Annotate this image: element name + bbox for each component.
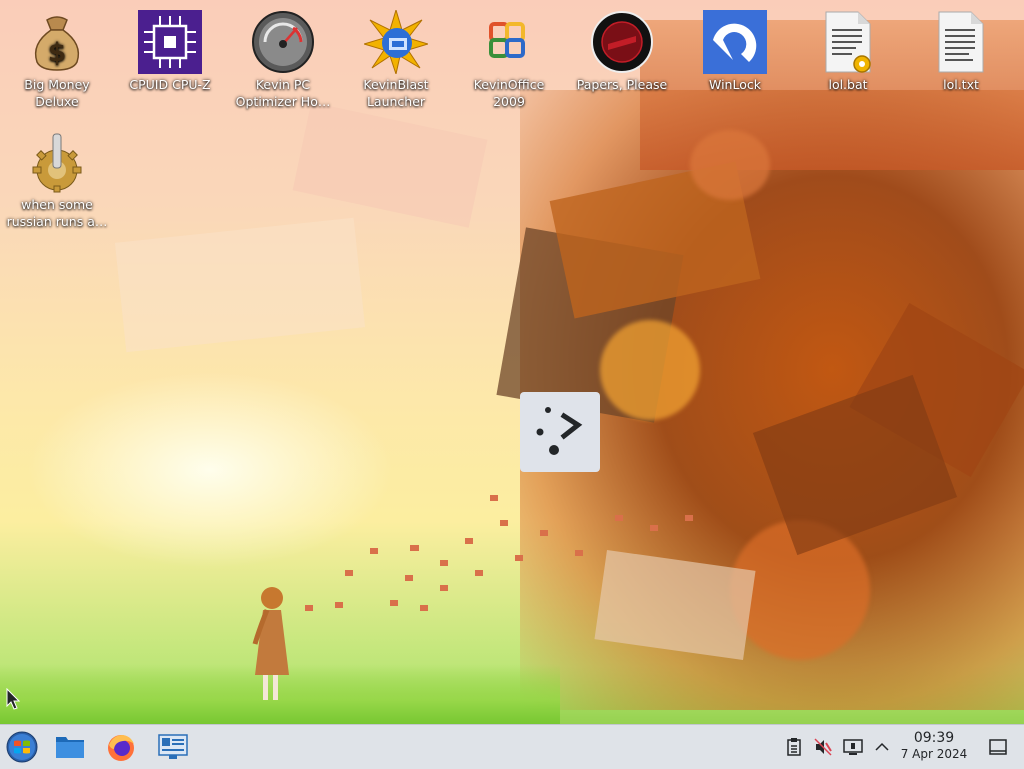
expand-tray-icon [875,742,889,751]
wallpaper-shape [292,102,488,228]
show-desktop-icon [989,739,1007,755]
gear-joystick-icon [25,130,89,194]
wallpaper-shape [600,320,700,420]
desktop-icon-label: Papers, Please [576,77,668,92]
display-icon [843,739,863,755]
batch-file-icon [816,10,880,74]
desktop-icon-label: Big Money Deluxe [24,77,90,109]
desktop-icon-papers-please[interactable]: Papers, Please [567,4,677,93]
office-logo-icon [477,10,541,74]
file-manager-button[interactable] [54,731,86,763]
launcher-widget[interactable] [520,392,600,472]
wallpaper-leaves [305,495,693,611]
desktop-icon-big-money-deluxe[interactable]: $ Big Money Deluxe [2,4,112,110]
mouse-cursor-icon [6,688,20,710]
desktop-icon-lol-bat[interactable]: lol.bat [793,4,903,93]
start-menu-button[interactable] [6,731,38,763]
desktop-icon-winlock[interactable]: WinLock [680,4,790,93]
desktop-icon-kevinoffice-2009[interactable]: KevinOffice 2009 [454,4,564,110]
clock-date: 7 Apr 2024 [900,747,968,761]
launch-arrow-icon [536,407,583,455]
desktop-icon-label: lol.bat [828,77,868,92]
desktop-icon-label: Kevin PC Optimizer Ho… [235,77,331,109]
desktop-icon-label: WinLock [709,77,761,92]
firefox-icon [108,735,134,761]
desktop-icon-label: when some russian runs a… [6,197,108,229]
start-menu-orb-icon [6,731,38,763]
desktop-icon-lol-txt[interactable]: lol.txt [906,4,1016,93]
speedometer-icon [251,10,315,74]
clock-time: 09:39 [913,730,955,746]
wallpaper-girl-figure [252,587,289,700]
desktop-icon-kevin-pc-optimizer[interactable]: Kevin PC Optimizer Ho… [228,4,338,110]
volume-button[interactable] [813,737,833,757]
desktop-icon-kevinblast-launcher[interactable]: KevinBlast Launcher [341,4,451,110]
clock[interactable]: 09:39 7 Apr 2024 [896,730,972,762]
desktop-icon-cpu-z[interactable]: CPUID CPU-Z [115,4,225,93]
svg-text:$: $ [48,38,66,68]
desktop-icon-label: KevinOffice 2009 [473,77,545,109]
display-button[interactable] [843,737,863,757]
desktop-icon-label: CPUID CPU-Z [129,77,211,92]
volume-muted-icon [814,738,832,756]
taskbar: 09:39 7 Apr 2024 [0,724,1024,769]
wallpaper-shape [690,130,770,200]
papers-please-seal-icon [590,10,654,74]
firefox-button[interactable] [105,731,137,763]
money-bag-icon: $ [25,10,89,74]
system-settings-button[interactable] [157,731,189,763]
file-manager-icon [56,737,84,758]
desktop-icon-label: KevinBlast Launcher [363,77,429,109]
expand-tray-button[interactable] [872,737,892,757]
text-file-icon [929,10,993,74]
winlock-icon [703,10,767,74]
clipboard-button[interactable] [784,737,804,757]
starburst-globe-icon [362,8,430,76]
cpu-chip-icon [138,10,202,74]
wallpaper-shape [114,217,366,353]
system-settings-icon [158,734,188,759]
desktop-icon-label: lol.txt [943,77,979,92]
show-desktop-button[interactable] [988,737,1008,757]
clipboard-icon [787,738,801,756]
desktop-icon-when-some-russian[interactable]: when some russian runs a… [2,124,112,230]
